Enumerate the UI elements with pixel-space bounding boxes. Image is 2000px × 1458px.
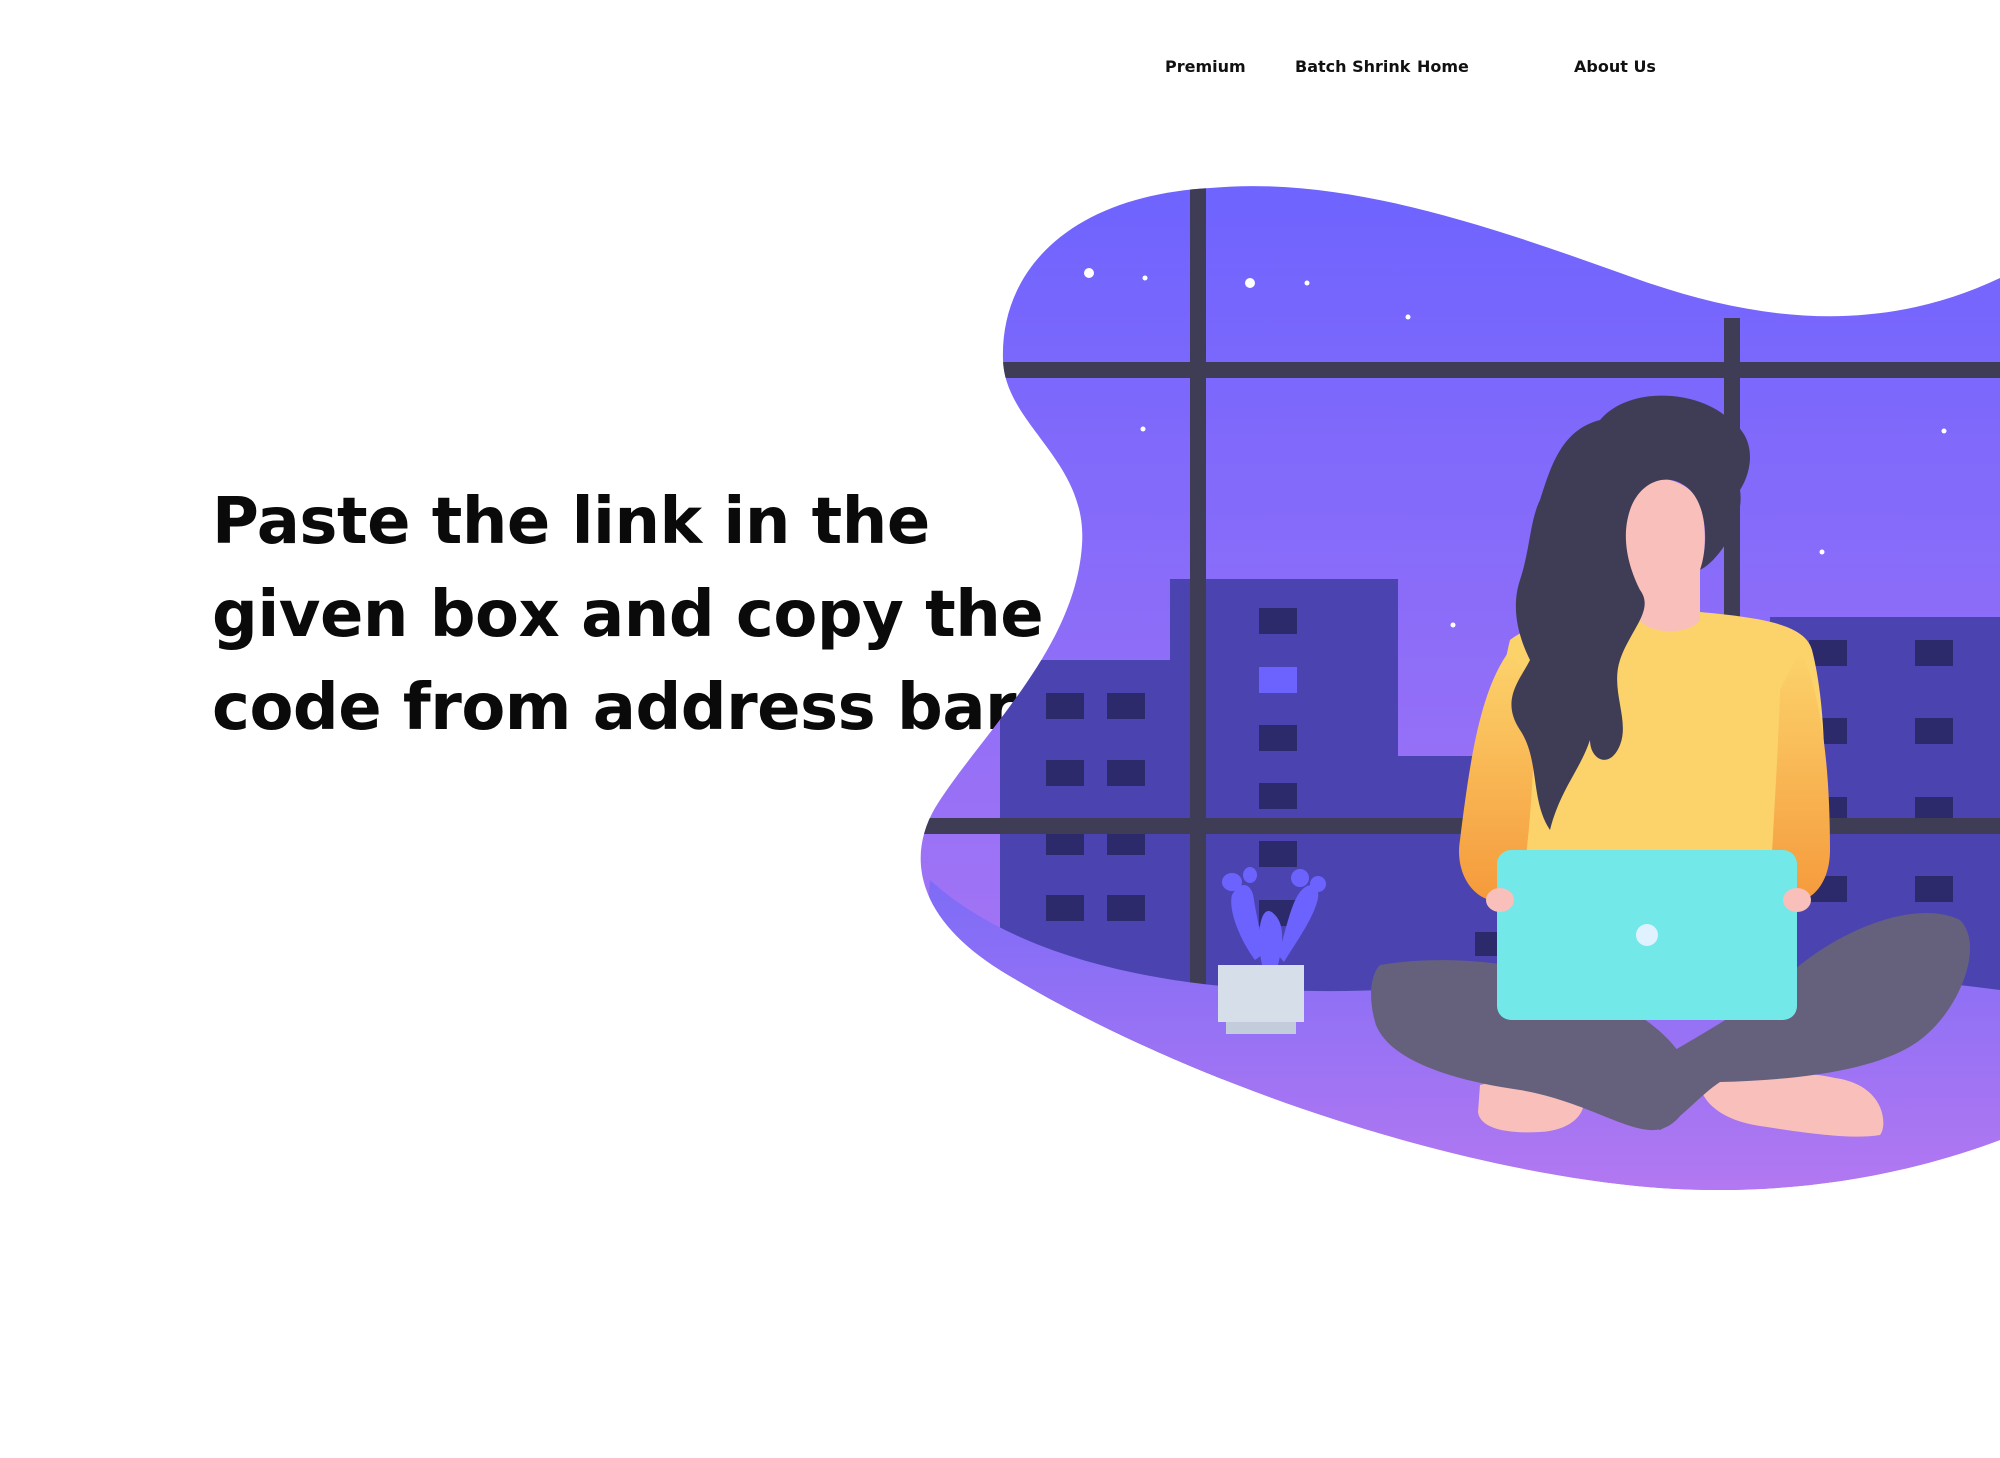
nav-about-us-link[interactable]: About Us (1574, 57, 1656, 76)
hero-illustration (920, 186, 2000, 1191)
nav-batch-shrink-link[interactable]: Batch Shrink (1295, 57, 1410, 76)
nav-home-link[interactable]: Home (1417, 57, 1469, 76)
nav-premium-link[interactable]: Premium (1165, 57, 1246, 76)
page: Premium Batch Shrink Home About Us Paste… (0, 0, 2000, 1458)
